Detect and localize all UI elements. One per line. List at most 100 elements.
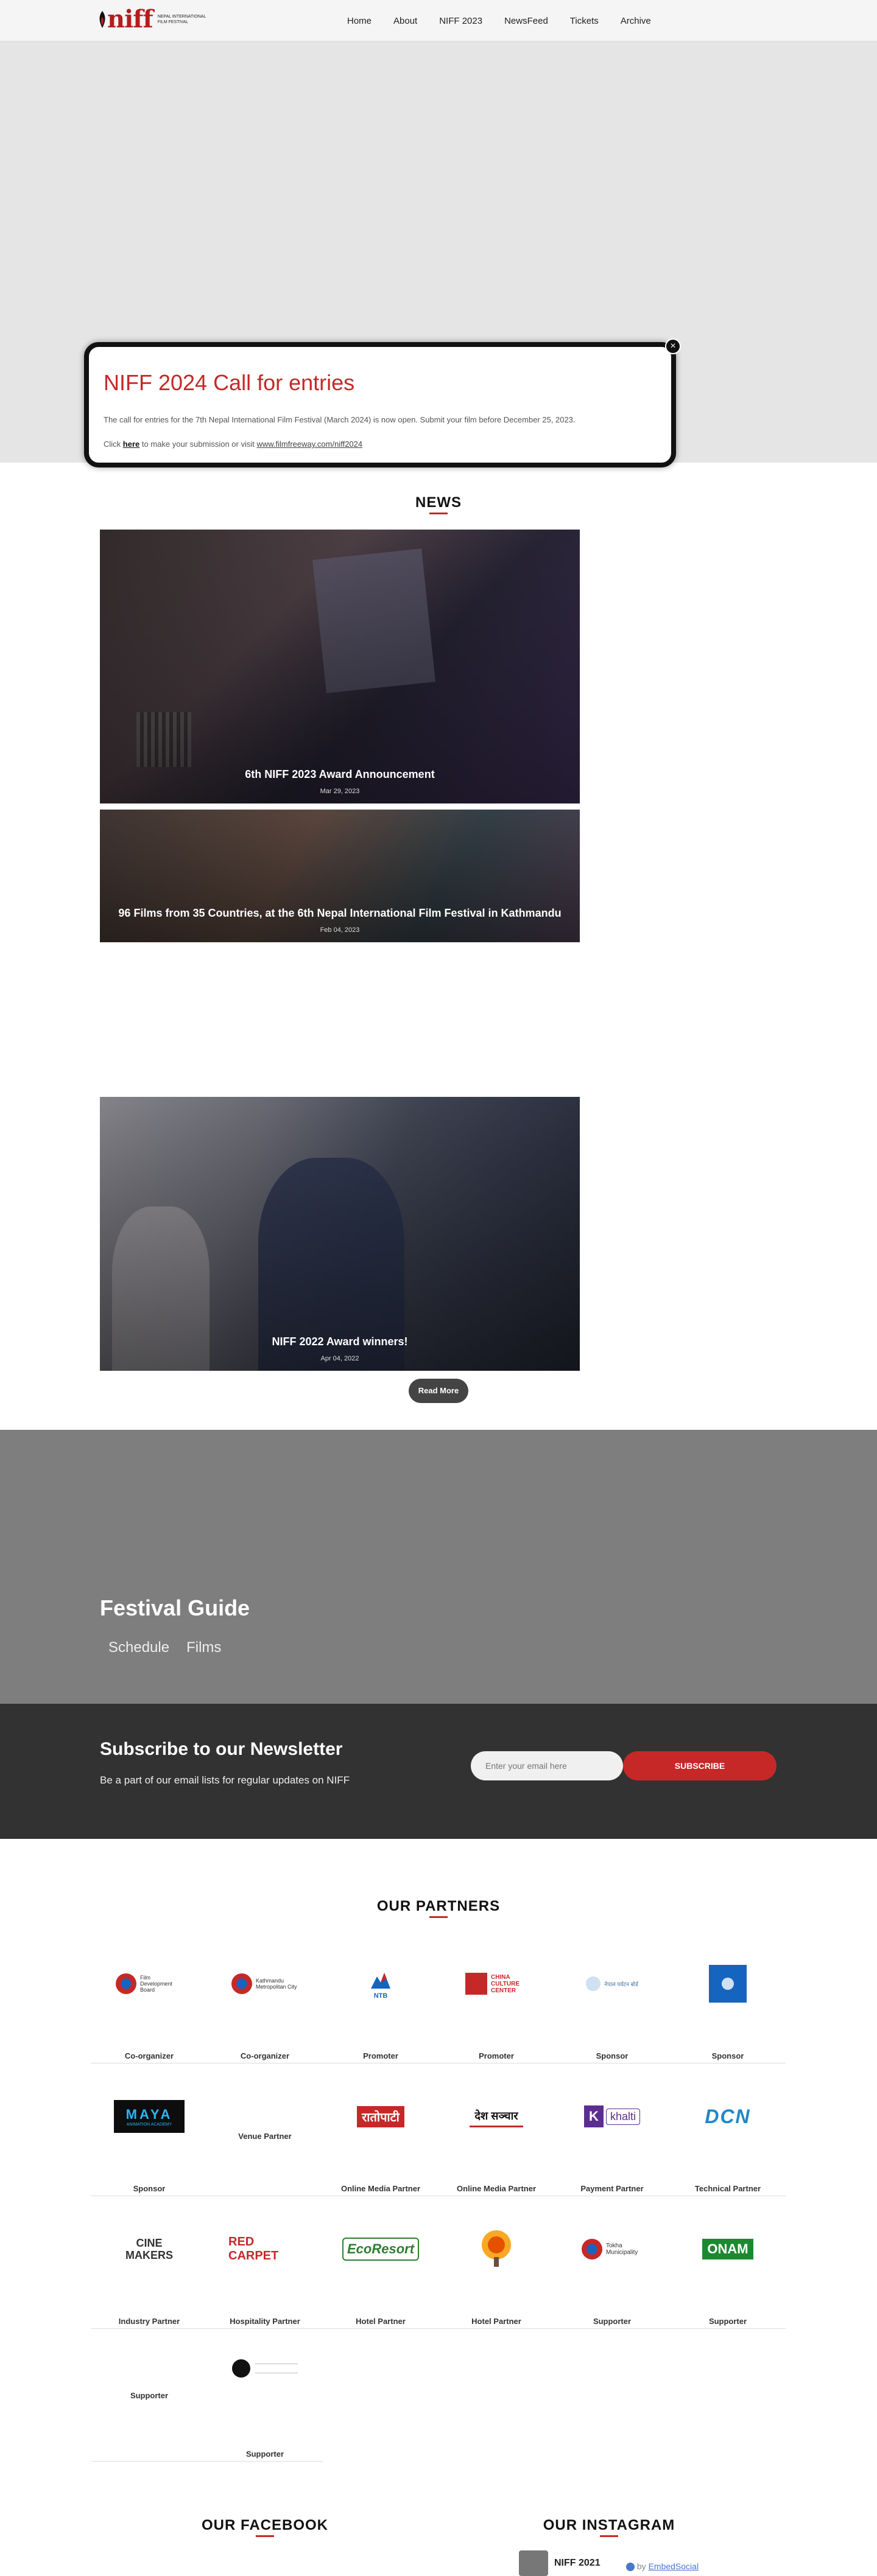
china-culture-icon: [465, 1973, 487, 1995]
partner-label: Sponsor: [711, 2051, 744, 2060]
news-card-title: NIFF 2022 Award winners!: [272, 1335, 408, 1348]
niff-logo[interactable]: niff NEPAL INTERNATIONAL FILM FESTIVAL: [97, 7, 213, 32]
guide-link-schedule[interactable]: Schedule: [100, 1639, 178, 1656]
partners-title-text: OUR PARTNERS: [376, 1898, 501, 1914]
partner-cell[interactable]: RED CARPET Hospitality Partner: [207, 2196, 323, 2329]
partner-cell[interactable]: NTB Promoter: [323, 1931, 438, 2063]
partner-logo: देश सञ्चार: [460, 2095, 533, 2138]
partner-cell[interactable]: DCN Technical Partner: [670, 2063, 786, 2196]
partner-cell[interactable]: MAYA ANIMATION ACADEMY Sponsor: [91, 2063, 207, 2196]
partner-label: Online Media Partner: [456, 2184, 537, 2193]
partner-logo: ONAM: [691, 2228, 764, 2270]
partner-cell[interactable]: CINE MAKERS Industry Partner: [91, 2196, 207, 2329]
partner-logo: RED CARPET: [228, 2228, 301, 2270]
partner-cell[interactable]: EcoResort Hotel Partner: [323, 2196, 438, 2329]
title-underline: [429, 513, 448, 514]
partner-cell[interactable]: Supporter: [207, 2329, 323, 2462]
guide-link-films[interactable]: Films: [178, 1639, 230, 1656]
flame-icon: [99, 11, 105, 28]
facebook-title: OUR FACEBOOK: [195, 2517, 335, 2537]
partner-cell[interactable]: Venue Partner: [207, 2063, 323, 2196]
partner-label: Industry Partner: [118, 2317, 180, 2326]
partner-logo: CHINA CULTURE CENTER: [460, 1962, 533, 2005]
partner-label: Venue Partner: [238, 2132, 292, 2141]
news-card[interactable]: NIFF 2022 Award winners! Apr 04, 2022: [100, 1097, 580, 1371]
nav-tickets[interactable]: Tickets: [559, 16, 610, 26]
festival-guide-section: Festival Guide Schedule Films: [0, 1430, 877, 1704]
partner-logo-subtext: ANIMATION ACADEMY: [126, 2122, 172, 2127]
partner-label: Technical Partner: [694, 2184, 761, 2193]
instagram-title-text: OUR INSTAGRAM: [543, 2517, 675, 2533]
emblem-icon: [582, 2239, 602, 2259]
instagram-profile-name: NIFF 2021: [554, 2558, 601, 2568]
nav-niff-2023[interactable]: NIFF 2023: [428, 16, 493, 26]
maya-logo: MAYA ANIMATION ACADEMY: [114, 2100, 185, 2133]
popup-filmfreeway-link[interactable]: www.filmfreeway.com/niff2024: [256, 439, 362, 449]
read-more-button[interactable]: Read More: [409, 1379, 468, 1403]
partner-logo-text: RED CARPET: [228, 2235, 279, 2263]
news-card[interactable]: 6th NIFF 2023 Award Announcement Mar 29,…: [100, 530, 580, 803]
partner-logo-text: ONAM: [702, 2239, 753, 2259]
partner-logo: [460, 2228, 533, 2270]
card-overlay: [100, 530, 580, 803]
news-card[interactable]: 96 Films from 35 Countries, at the 6th N…: [100, 810, 580, 942]
partners-row: Supporter Supporter: [91, 2329, 323, 2462]
partner-cell[interactable]: रातोपाटी Online Media Partner: [323, 2063, 438, 2196]
close-icon[interactable]: ×: [665, 338, 681, 354]
popup-here-link[interactable]: here: [123, 439, 139, 449]
subscribe-button[interactable]: SUBSCRIBE: [623, 1751, 777, 1780]
partner-label: Supporter: [130, 2391, 169, 2400]
partner-logo: MAYA ANIMATION ACADEMY: [113, 2095, 186, 2138]
partner-logo-text: MAYA: [125, 2106, 173, 2122]
partner-logo-text: DCN: [705, 2105, 751, 2127]
nav-archive[interactable]: Archive: [610, 16, 662, 26]
nav-home[interactable]: Home: [336, 16, 382, 26]
partner-logo-text: Film Development Board: [140, 1975, 173, 1993]
partner-logo-text: CHINA CULTURE CENTER: [491, 1973, 520, 1994]
partner-logo: [228, 2347, 301, 2390]
title-underline: [256, 2535, 274, 2537]
nav-newsfeed[interactable]: NewsFeed: [493, 16, 559, 26]
logo-subtitle: NEPAL INTERNATIONAL FILM FESTIVAL: [157, 15, 206, 24]
partner-cell[interactable]: Kathmandu Metropolitan City Co-organizer: [207, 1931, 323, 2063]
title-underline: [429, 1916, 448, 1918]
nav-about[interactable]: About: [382, 16, 428, 26]
partner-label: Co-organizer: [240, 2051, 290, 2060]
popup-text: The call for entries for the 7th Nepal I…: [104, 415, 576, 424]
festival-guide-links: Schedule Films: [100, 1639, 230, 1656]
partner-label: Promoter: [479, 2051, 514, 2060]
instagram-profile[interactable]: NIFF 2021: [519, 2550, 601, 2576]
partner-cell[interactable]: Film Development Board Co-organizer: [91, 1931, 207, 2063]
main-nav: Home About NIFF 2023 NewsFeed Tickets Ar…: [336, 16, 662, 26]
partner-logo: Tokha Municipality: [576, 2228, 649, 2270]
newsletter-email-input[interactable]: [471, 1751, 623, 1780]
partner-cell[interactable]: ONAM Supporter: [670, 2196, 786, 2329]
instagram-title: OUR INSTAGRAM: [536, 2517, 682, 2537]
supporter-logo-text-lines: [255, 2364, 298, 2373]
partner-label: Supporter: [593, 2317, 632, 2326]
partner-logo: Film Development Board: [113, 1962, 186, 2005]
partner-logo: NTB: [344, 1962, 417, 2005]
partner-logo-text: khalti: [605, 2108, 641, 2125]
partner-cell[interactable]: Tokha Municipality Supporter: [554, 2196, 670, 2329]
news-title: NEWS: [0, 494, 877, 514]
news-card-date: Apr 04, 2022: [320, 1355, 359, 1362]
partners-grid: Film Development Board Co-organizer Kath…: [91, 1931, 786, 2462]
partner-cell[interactable]: देश सञ्चार Online Media Partner: [438, 2063, 554, 2196]
partner-cell[interactable]: CHINA CULTURE CENTER Promoter: [438, 1931, 554, 2063]
partner-cell[interactable]: K khalti Payment Partner: [554, 2063, 670, 2196]
embedsocial-link[interactable]: EmbedSocial: [649, 2561, 699, 2571]
popup-to-make-text: to make your submission or visit: [141, 439, 255, 449]
partners-row: Film Development Board Co-organizer Kath…: [91, 1931, 786, 2063]
partner-logo: Kathmandu Metropolitan City: [228, 1962, 301, 2005]
embedsocial-logo-icon: [626, 2563, 635, 2572]
partner-cell[interactable]: Hotel Partner: [438, 2196, 554, 2329]
tree-icon: [482, 2230, 511, 2267]
partner-label: Co-organizer: [124, 2051, 174, 2060]
partner-cell[interactable]: नेपाल पर्यटन बोर्ड Sponsor: [554, 1931, 670, 2063]
partner-cell[interactable]: Supporter: [91, 2329, 207, 2462]
newsletter-text: Be a part of our email lists for regular…: [100, 1774, 350, 1786]
partner-logo: [691, 1962, 764, 2005]
news-card-date: Feb 04, 2023: [320, 926, 360, 934]
partner-cell[interactable]: Sponsor: [670, 1931, 786, 2063]
